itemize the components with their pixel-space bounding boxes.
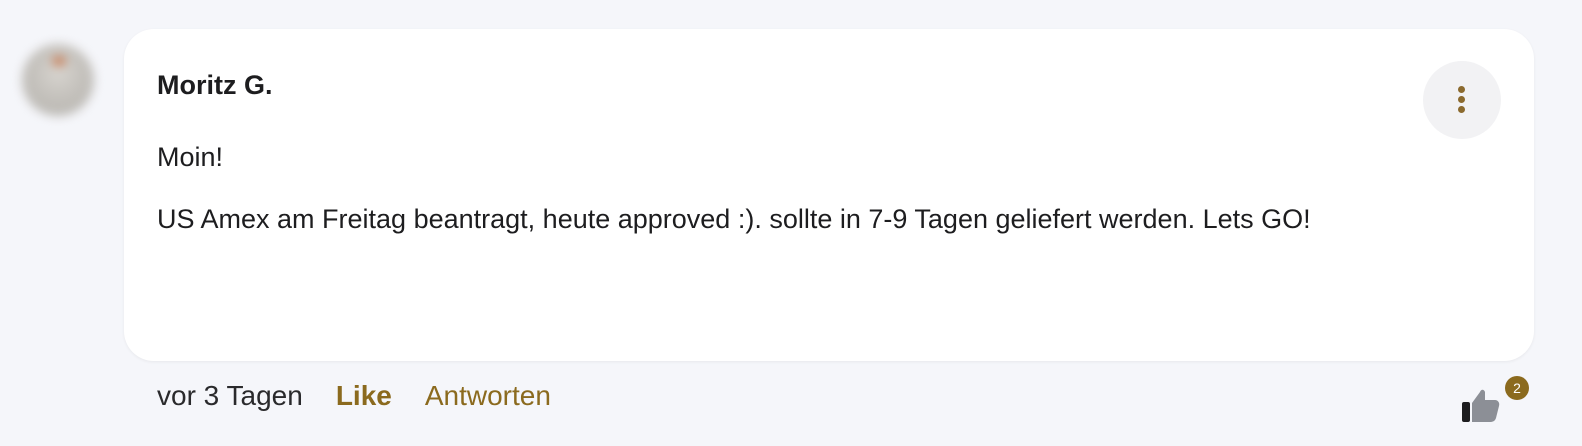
comment-paragraph-1: Moin! — [157, 142, 224, 172]
reaction-count-badge: 2 — [1505, 376, 1529, 400]
comment: Moritz G. Moin! US Amex am Freitag beant… — [0, 0, 1582, 446]
avatar[interactable] — [22, 44, 94, 116]
reply-button[interactable]: Antworten — [425, 380, 551, 412]
author-name[interactable]: Moritz G. — [157, 70, 273, 101]
comment-body: Moin! US Amex am Freitag beantragt, heut… — [157, 135, 1397, 259]
like-button[interactable]: Like — [336, 380, 392, 412]
reaction-summary[interactable]: 2 — [1460, 376, 1530, 426]
comment-actions: vor 3 Tagen Like Antworten — [157, 376, 551, 416]
comment-paragraph-2: US Amex am Freitag beantragt, heute appr… — [157, 204, 1311, 234]
vertical-dots-icon — [1458, 86, 1466, 114]
timestamp: vor 3 Tagen — [157, 380, 303, 411]
comment-card: Moritz G. Moin! US Amex am Freitag beant… — [124, 29, 1534, 361]
thumbs-up-icon — [1462, 389, 1500, 422]
more-options-button[interactable] — [1423, 61, 1501, 139]
